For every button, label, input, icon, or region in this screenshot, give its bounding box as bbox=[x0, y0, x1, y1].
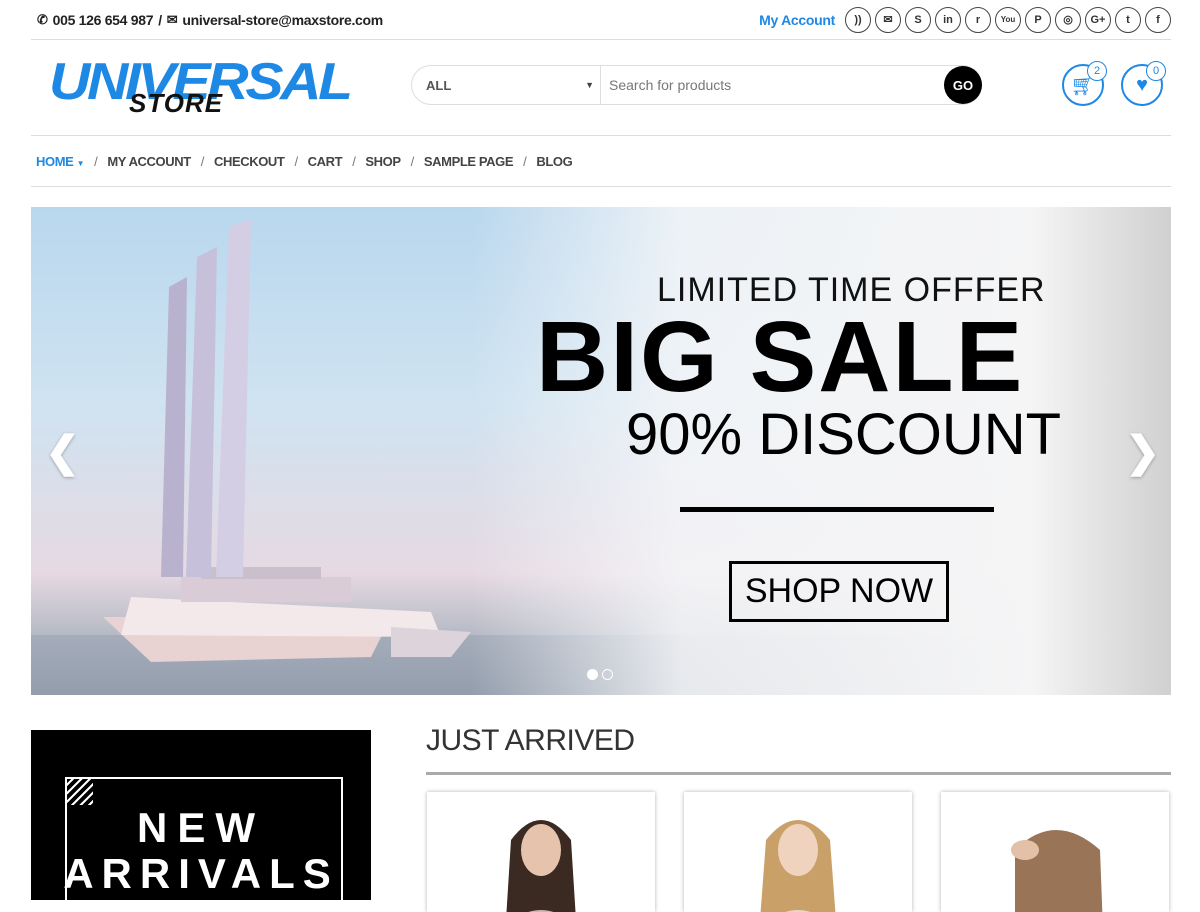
envelope-icon: ✉ bbox=[166, 11, 178, 27]
contact-separator: / bbox=[158, 11, 162, 28]
nav-item-shop[interactable]: SHOP bbox=[365, 154, 401, 169]
nav-item-my-account[interactable]: MY ACCOUNT bbox=[107, 154, 191, 169]
hero-discount: 90% DISCOUNT bbox=[626, 402, 1062, 467]
nav-item-checkout[interactable]: CHECKOUT bbox=[214, 154, 285, 169]
product-card[interactable] bbox=[684, 792, 912, 912]
instagram-icon[interactable]: ◎ bbox=[1055, 6, 1081, 33]
header: UNIVERSAL STORE ALL ▼ GO 🛒︎ 2 ♥ 0 bbox=[31, 40, 1171, 136]
slider-dots bbox=[587, 669, 613, 680]
skype-icon[interactable]: S bbox=[905, 6, 931, 33]
nav-item-cart[interactable]: CART bbox=[308, 154, 343, 169]
contact-info: ✆ 005 126 654 987 / ✉ universal-store@ma… bbox=[31, 12, 383, 28]
banner-line-1: NEW bbox=[137, 804, 265, 851]
go-button[interactable]: GO bbox=[944, 66, 982, 104]
banner-stripe bbox=[65, 777, 93, 805]
logo-sub-text: STORE bbox=[129, 88, 224, 118]
hero-divider bbox=[680, 507, 994, 512]
chevron-right-icon[interactable]: ❯ bbox=[1125, 427, 1160, 476]
envelope-icon[interactable]: ✉ bbox=[875, 6, 901, 33]
twitter-icon[interactable]: t bbox=[1115, 6, 1141, 33]
main-nav: HOME ▼ / MY ACCOUNT / CHECKOUT / CART / … bbox=[31, 136, 1171, 187]
chevron-left-icon[interactable]: ❮ bbox=[45, 427, 80, 476]
slider-dot-1[interactable] bbox=[587, 669, 598, 680]
my-account-link[interactable]: My Account bbox=[759, 12, 835, 28]
slider-dot-2[interactable] bbox=[602, 669, 613, 680]
youtube-icon[interactable]: You bbox=[995, 6, 1021, 33]
top-right: My Account )) ✉ S in r You P ◎ G+ t f bbox=[759, 6, 1171, 33]
product-image bbox=[506, 820, 576, 912]
reddit-icon[interactable]: r bbox=[965, 6, 991, 33]
product-card[interactable] bbox=[427, 792, 655, 912]
site-logo[interactable]: UNIVERSAL STORE bbox=[49, 56, 353, 118]
hero-slider: LIMITED TIME OFFFER BIG SALE 90% DISCOUN… bbox=[31, 207, 1171, 695]
nav-item-home[interactable]: HOME ▼ bbox=[36, 154, 85, 169]
nav-item-blog[interactable]: BLOG bbox=[536, 154, 572, 169]
google-plus-icon[interactable]: G+ bbox=[1085, 6, 1111, 33]
nav-item-sample-page[interactable]: SAMPLE PAGE bbox=[424, 154, 514, 169]
top-bar: ✆ 005 126 654 987 / ✉ universal-store@ma… bbox=[31, 0, 1171, 40]
yacht-image bbox=[103, 219, 471, 662]
heart-icon: ♥ bbox=[1136, 73, 1148, 96]
product-image bbox=[1011, 830, 1103, 912]
product-card[interactable] bbox=[941, 792, 1169, 912]
wishlist-button[interactable]: ♥ 0 bbox=[1121, 61, 1166, 106]
product-image bbox=[760, 820, 836, 912]
caret-down-icon: ▼ bbox=[76, 158, 85, 168]
pinterest-icon[interactable]: P bbox=[1025, 6, 1051, 33]
section-divider bbox=[426, 772, 1171, 775]
search-input[interactable] bbox=[601, 65, 982, 105]
linkedin-icon[interactable]: in bbox=[935, 6, 961, 33]
phone-icon: ✆ bbox=[37, 11, 48, 27]
rss-icon[interactable]: )) bbox=[845, 6, 871, 33]
cart-count-badge: 2 bbox=[1087, 61, 1107, 81]
phone-number: 005 126 654 987 bbox=[52, 11, 154, 28]
new-arrivals-banner[interactable]: NEW ARRIVALS bbox=[31, 730, 371, 900]
facebook-icon[interactable]: f bbox=[1145, 6, 1171, 33]
category-select[interactable]: ALL ▼ bbox=[411, 65, 601, 105]
shop-now-button[interactable]: SHOP NOW bbox=[729, 561, 949, 622]
chevron-down-icon: ▼ bbox=[585, 80, 594, 90]
category-value: ALL bbox=[426, 77, 452, 93]
search-bar: ALL ▼ GO bbox=[411, 65, 982, 105]
banner-line-2: ARRIVALS bbox=[63, 850, 339, 897]
cart-button[interactable]: 🛒︎ 2 bbox=[1062, 61, 1107, 106]
hero-headline: BIG SALE bbox=[536, 301, 1025, 413]
email-address[interactable]: universal-store@maxstore.com bbox=[182, 12, 383, 28]
wishlist-count-badge: 0 bbox=[1146, 61, 1166, 81]
section-title: JUST ARRIVED bbox=[426, 724, 635, 757]
